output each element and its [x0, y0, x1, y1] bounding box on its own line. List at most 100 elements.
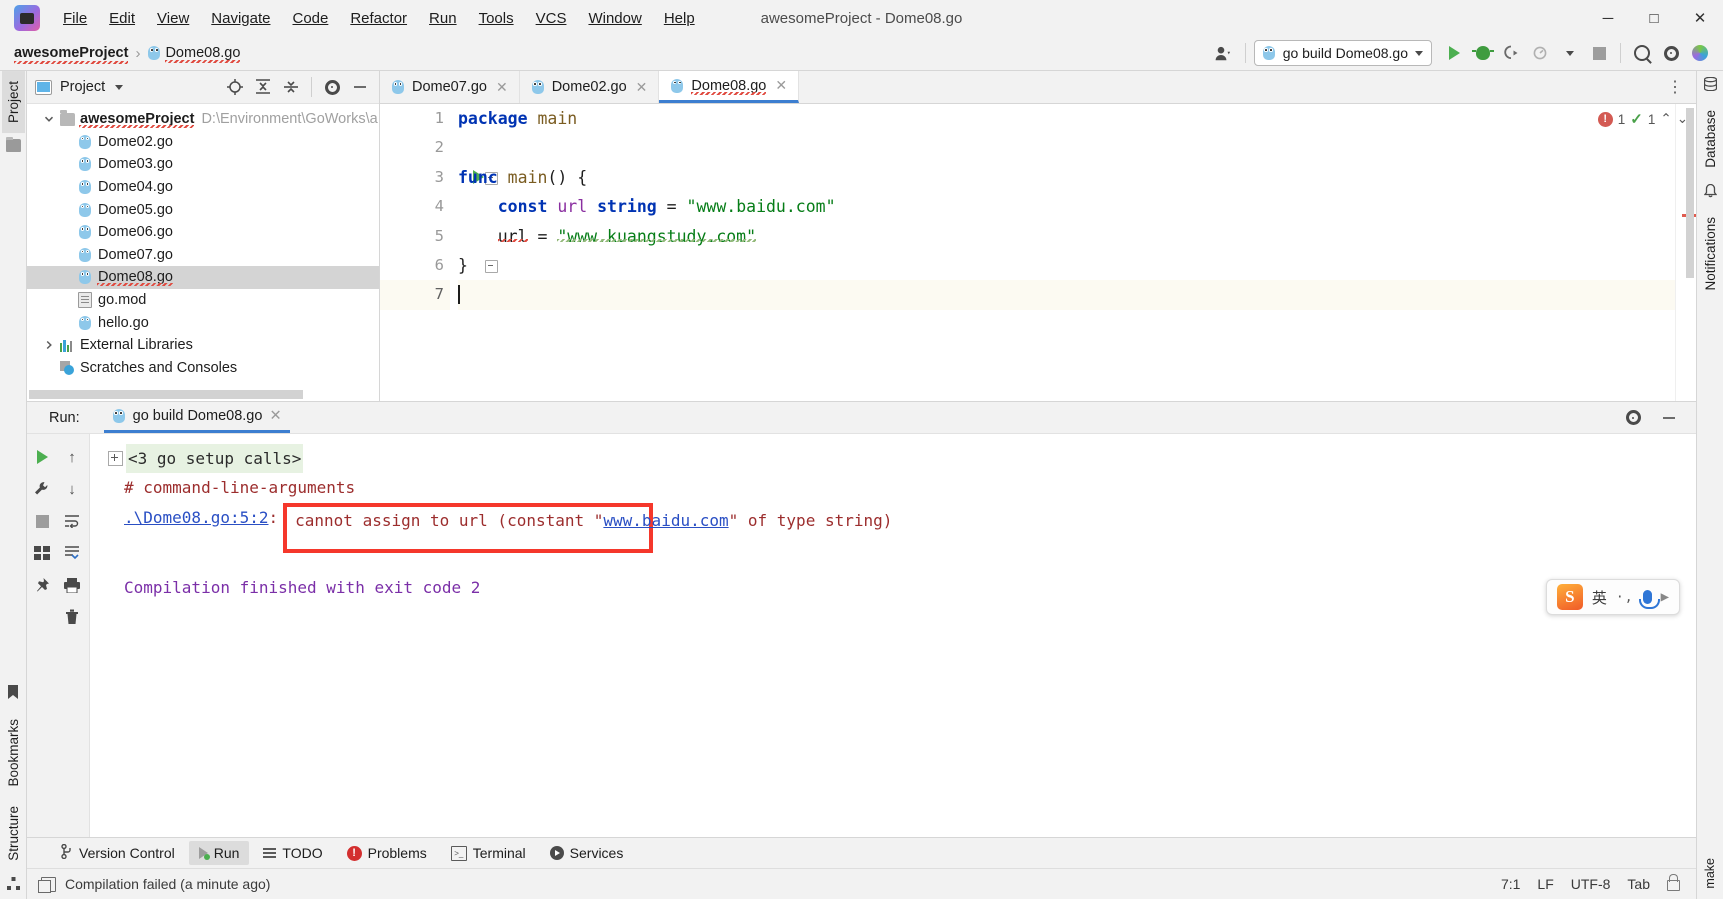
- chevron-right-icon[interactable]: [41, 340, 57, 350]
- maximize-button[interactable]: □: [1631, 0, 1677, 36]
- profile-dropdown-button[interactable]: [1557, 40, 1583, 66]
- tree-node-dome07[interactable]: Dome07.go: [27, 244, 379, 267]
- editor-tab-overflow-button[interactable]: ⋮: [1655, 71, 1696, 103]
- rerun-button[interactable]: [27, 442, 57, 472]
- profile-button[interactable]: [1528, 40, 1554, 66]
- run-settings-button[interactable]: [1620, 405, 1646, 431]
- editor-vertical-scrollbar[interactable]: [1686, 108, 1694, 278]
- bottom-tab-run[interactable]: Run: [188, 841, 250, 865]
- line-separator[interactable]: LF: [1537, 876, 1553, 892]
- inspection-gutter[interactable]: [1675, 104, 1696, 401]
- menu-help[interactable]: Help: [653, 6, 706, 31]
- error-message-link[interactable]: www.baidu.com: [603, 511, 728, 530]
- collapse-all-button[interactable]: [278, 74, 304, 100]
- inspection-widget[interactable]: ! 1 ✓ 1 ⌃ ⌄: [1597, 110, 1688, 128]
- expand-fold-icon[interactable]: [108, 451, 123, 467]
- search-button[interactable]: [1629, 40, 1655, 66]
- tree-node-dome06[interactable]: Dome06.go: [27, 221, 379, 244]
- run-tab-go-build[interactable]: go build Dome08.go ✕: [103, 402, 290, 433]
- rail-tab-structure[interactable]: Structure: [2, 796, 25, 871]
- hide-run-panel-button[interactable]: [1656, 405, 1682, 431]
- menu-code[interactable]: Code: [281, 6, 339, 31]
- menu-vcs[interactable]: VCS: [525, 6, 578, 31]
- scroll-down-button[interactable]: ↓: [57, 474, 87, 504]
- close-icon[interactable]: ✕: [636, 79, 648, 96]
- bottom-tab-problems[interactable]: ! Problems: [337, 841, 437, 865]
- rail-tab-make[interactable]: make: [1699, 848, 1721, 899]
- minimize-button[interactable]: ─: [1585, 0, 1631, 36]
- expand-all-button[interactable]: [250, 74, 276, 100]
- breadcrumb-project[interactable]: awesomeProject: [14, 45, 129, 64]
- rail-tab-project[interactable]: Project: [1, 71, 25, 134]
- run-configuration-selector[interactable]: go build Dome08.go: [1253, 40, 1432, 66]
- project-horizontal-scrollbar[interactable]: [27, 388, 379, 401]
- menu-navigate[interactable]: Navigate: [200, 6, 281, 31]
- scroll-up-button[interactable]: ↑: [57, 442, 87, 472]
- stop-process-button[interactable]: [27, 506, 57, 536]
- settings-wrench-button[interactable]: [27, 474, 57, 504]
- scrollbar-thumb[interactable]: [29, 390, 303, 399]
- tree-node-external-libraries[interactable]: External Libraries: [27, 334, 379, 357]
- tree-node-gomod[interactable]: go.mod: [27, 289, 379, 312]
- hide-panel-button[interactable]: [347, 74, 373, 100]
- code-editor[interactable]: 1 2 3 4 5 6 7 package main func main() {…: [380, 104, 1696, 401]
- tree-node-dome02[interactable]: Dome02.go: [27, 131, 379, 154]
- print-button[interactable]: [57, 570, 87, 600]
- project-settings-button[interactable]: [319, 74, 345, 100]
- editor-tab-dome02[interactable]: Dome02.go ✕: [519, 71, 660, 103]
- rail-folder-icon[interactable]: [5, 136, 21, 155]
- close-icon[interactable]: ✕: [269, 408, 281, 424]
- menu-view[interactable]: View: [146, 6, 200, 31]
- pin-tab-button[interactable]: [27, 570, 57, 600]
- ide-assistant-button[interactable]: [1687, 40, 1713, 66]
- close-button[interactable]: ✕: [1677, 0, 1723, 36]
- rail-tab-bookmarks[interactable]: Bookmarks: [2, 709, 25, 797]
- menu-refactor[interactable]: Refactor: [339, 6, 418, 31]
- ime-language-label[interactable]: 英: [1592, 587, 1607, 608]
- menu-file[interactable]: File: [52, 6, 98, 31]
- close-icon[interactable]: ✕: [496, 79, 508, 96]
- tree-node-scratches[interactable]: Scratches and Consoles: [27, 357, 379, 380]
- error-location-link[interactable]: .\Dome08.go:5:2: [124, 508, 269, 527]
- tree-node-dome05[interactable]: Dome05.go: [27, 198, 379, 221]
- tree-node-awesomeproject[interactable]: awesomeProject D:\Environment\GoWorks\a: [27, 108, 379, 131]
- ime-punctuation-toggle[interactable]: ·,: [1616, 590, 1634, 605]
- ime-more-icon[interactable]: ▶: [1661, 589, 1669, 605]
- caret-position[interactable]: 7:1: [1501, 876, 1520, 892]
- tree-node-dome08[interactable]: Dome08.go: [27, 266, 379, 289]
- editor-gutter[interactable]: 1 2 3 4 5 6 7: [380, 104, 498, 401]
- menu-window[interactable]: Window: [577, 6, 652, 31]
- bottom-tab-version-control[interactable]: Version Control: [51, 840, 185, 866]
- breadcrumb-file[interactable]: Dome08.go: [165, 45, 240, 63]
- lock-icon[interactable]: [1667, 874, 1680, 891]
- ime-floating-bar[interactable]: S 英 ·, ▶: [1545, 579, 1680, 615]
- editor-tab-dome07[interactable]: Dome07.go ✕: [380, 71, 520, 103]
- console-grid-button[interactable]: [27, 538, 57, 568]
- chevron-down-icon[interactable]: [115, 84, 124, 90]
- user-account-icon[interactable]: [1211, 40, 1237, 66]
- run-button[interactable]: [1441, 40, 1467, 66]
- bottom-tab-todo[interactable]: TODO: [253, 841, 332, 865]
- next-highlight-button[interactable]: ⌄: [1677, 111, 1688, 127]
- menu-run[interactable]: Run: [418, 6, 468, 31]
- project-tree[interactable]: awesomeProject D:\Environment\GoWorks\a …: [27, 104, 379, 388]
- clear-all-button[interactable]: [57, 602, 87, 632]
- tree-node-dome03[interactable]: Dome03.go: [27, 153, 379, 176]
- indent-setting[interactable]: Tab: [1627, 876, 1650, 892]
- code-content[interactable]: package main func main() { const url str…: [450, 104, 1675, 401]
- run-with-coverage-button[interactable]: [1499, 40, 1525, 66]
- select-opened-file-button[interactable]: [222, 74, 248, 100]
- bottom-tab-services[interactable]: Services: [540, 841, 634, 865]
- chevron-down-icon[interactable]: [41, 114, 57, 124]
- file-encoding[interactable]: UTF-8: [1571, 876, 1611, 892]
- run-console-output[interactable]: <3 go setup calls> # command-line-argume…: [90, 434, 1696, 837]
- menu-edit[interactable]: Edit: [98, 6, 146, 31]
- rail-tab-notifications[interactable]: Notifications: [1699, 207, 1722, 301]
- settings-button[interactable]: [1658, 40, 1684, 66]
- status-message-group[interactable]: Compilation failed (a minute ago): [38, 876, 270, 893]
- editor-tab-dome08[interactable]: Dome08.go ✕: [659, 71, 800, 103]
- stop-button[interactable]: [1586, 40, 1612, 66]
- prev-highlight-button[interactable]: ⌃: [1660, 111, 1671, 127]
- soft-wrap-button[interactable]: [57, 506, 87, 536]
- menu-tools[interactable]: Tools: [468, 6, 525, 31]
